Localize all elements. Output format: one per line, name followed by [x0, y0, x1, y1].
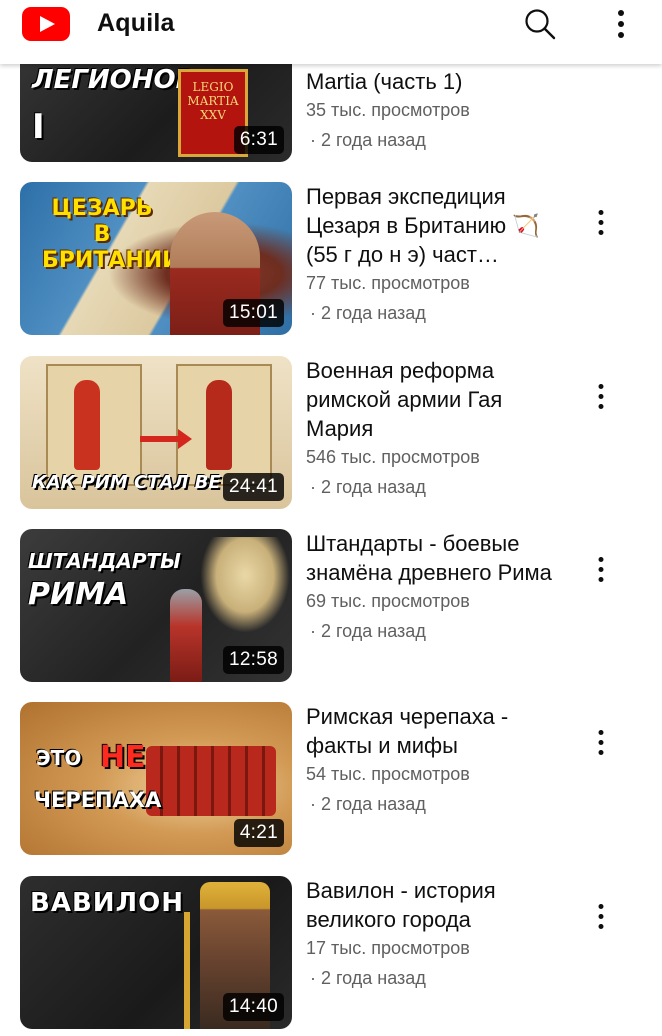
soldier-figure [170, 589, 202, 682]
view-count: 35 тыс. просмотров [306, 100, 470, 120]
video-item[interactable]: КАК РИМ СТАЛ ВЕ 24:41 Военная реформа ри… [0, 356, 662, 516]
thumbnail-caption: ШТАНДАРТЫ [28, 549, 181, 573]
thumbnail-caption: БРИТАНИИ [42, 248, 181, 273]
view-count: 546 тыс. просмотров [306, 447, 480, 467]
view-count: 77 тыс. просмотров [306, 273, 470, 293]
thumbnail-caption: I [32, 107, 45, 147]
view-count: 69 тыс. просмотров [306, 591, 470, 611]
youtube-logo-icon[interactable] [22, 7, 70, 41]
video-info[interactable]: Вавилон - история великого города 17 тыс… [306, 876, 556, 989]
video-duration: 24:41 [222, 473, 284, 501]
video-menu-button[interactable] [586, 380, 616, 414]
channel-title: Aquila [97, 9, 175, 37]
soldier-figure [206, 380, 232, 470]
video-item[interactable]: ВАВИЛОН 14:40 Вавилон - история великого… [0, 876, 662, 1036]
video-duration: 14:40 [222, 993, 284, 1021]
video-title[interactable]: Martia (часть 1) [306, 67, 556, 96]
video-duration: 6:31 [233, 126, 284, 154]
upload-age: · 2 года назад [310, 477, 426, 497]
scepter [184, 912, 190, 1029]
video-title[interactable]: Первая экспедиция Цезаря в Британию 🏹 (5… [306, 182, 556, 269]
upload-age: · 2 года назад [310, 130, 426, 150]
arrow-icon [140, 436, 180, 442]
thumbnail-caption: ЧЕРЕПАХА [34, 788, 162, 812]
video-menu-button[interactable] [586, 553, 616, 587]
video-title[interactable]: Военная реформа римской армии Гая Мария [306, 356, 556, 443]
upload-age: · 2 года назад [310, 303, 426, 323]
search-icon [525, 9, 556, 40]
video-thumbnail[interactable]: КАК РИМ СТАЛ ВЕ 24:41 [20, 356, 292, 509]
video-info[interactable]: Военная реформа римской армии Гая Мария … [306, 356, 556, 498]
upload-age: · 2 года назад [310, 794, 426, 814]
thumbnail-caption: В [93, 222, 111, 247]
more-vertical-icon [598, 557, 604, 583]
banner-text: XXV [200, 108, 226, 122]
video-duration: 4:21 [233, 819, 284, 847]
video-thumbnail[interactable]: ЦЕЗАРЬ В БРИТАНИИ 15:01 [20, 182, 292, 335]
eagle-figure [200, 537, 290, 633]
thumbnail-caption: ВАВИЛОН [30, 888, 184, 918]
video-title[interactable]: Вавилон - история великого города [306, 876, 556, 934]
banner-text: LEGIO [192, 80, 234, 94]
video-item[interactable]: ШТАНДАРТЫ РИМА 12:58 Штандарты - боевые … [0, 529, 662, 689]
video-title[interactable]: Римская черепаха - факты и мифы [306, 702, 556, 760]
video-thumbnail[interactable]: ЭТО НЕ ЧЕРЕПАХА 4:21 [20, 702, 292, 855]
video-info[interactable]: Римская черепаха - факты и мифы 54 тыс. … [306, 702, 556, 815]
video-thumbnail[interactable]: ШТАНДАРТЫ РИМА 12:58 [20, 529, 292, 682]
app-header: Aquila [0, 0, 662, 64]
thumbnail-caption: КАК РИМ СТАЛ ВЕ [32, 472, 221, 493]
video-item[interactable]: ЭТО НЕ ЧЕРЕПАХА 4:21 Римская черепаха - … [0, 702, 662, 862]
video-menu-button[interactable] [586, 206, 616, 240]
video-title[interactable]: Штандарты - боевые знамёна древнего Рима [306, 529, 556, 587]
thumbnail-caption: НЕ [100, 740, 146, 775]
more-vertical-icon [598, 384, 604, 410]
video-duration: 12:58 [222, 646, 284, 674]
more-vertical-icon [598, 904, 604, 930]
video-thumbnail[interactable]: ВАВИЛОН 14:40 [20, 876, 292, 1029]
video-info[interactable]: Штандарты - боевые знамёна древнего Рима… [306, 529, 556, 642]
upload-age: · 2 года назад [310, 968, 426, 988]
thumbnail-caption: ЭТО [36, 746, 82, 770]
video-item[interactable]: ЦЕЗАРЬ В БРИТАНИИ 15:01 Первая экспедици… [0, 182, 662, 342]
thumbnail-caption: ЦЕЗАРЬ [51, 196, 153, 221]
view-count: 17 тыс. просмотров [306, 938, 470, 958]
thumbnail-caption: ЛЕГИОНОВ [32, 65, 196, 95]
view-count: 54 тыс. просмотров [306, 764, 470, 784]
more-vertical-icon [598, 210, 604, 236]
upload-age: · 2 года назад [310, 621, 426, 641]
video-info[interactable]: Первая экспедиция Цезаря в Британию 🏹 (5… [306, 182, 556, 324]
video-info[interactable]: Martia (часть 1) 35 тыс. просмотров · 2 … [306, 67, 556, 151]
more-options-button[interactable] [604, 6, 638, 42]
banner-text: MARTIA [187, 94, 239, 108]
thumbnail-caption: РИМА [28, 577, 129, 612]
more-vertical-icon [618, 10, 624, 38]
soldier-figure [74, 380, 100, 470]
video-duration: 15:01 [222, 299, 284, 327]
video-menu-button[interactable] [586, 900, 616, 934]
search-button[interactable] [522, 6, 558, 42]
video-menu-button[interactable] [586, 726, 616, 760]
testudo-formation [146, 746, 276, 816]
arrow-head [178, 429, 192, 449]
more-vertical-icon [598, 730, 604, 756]
